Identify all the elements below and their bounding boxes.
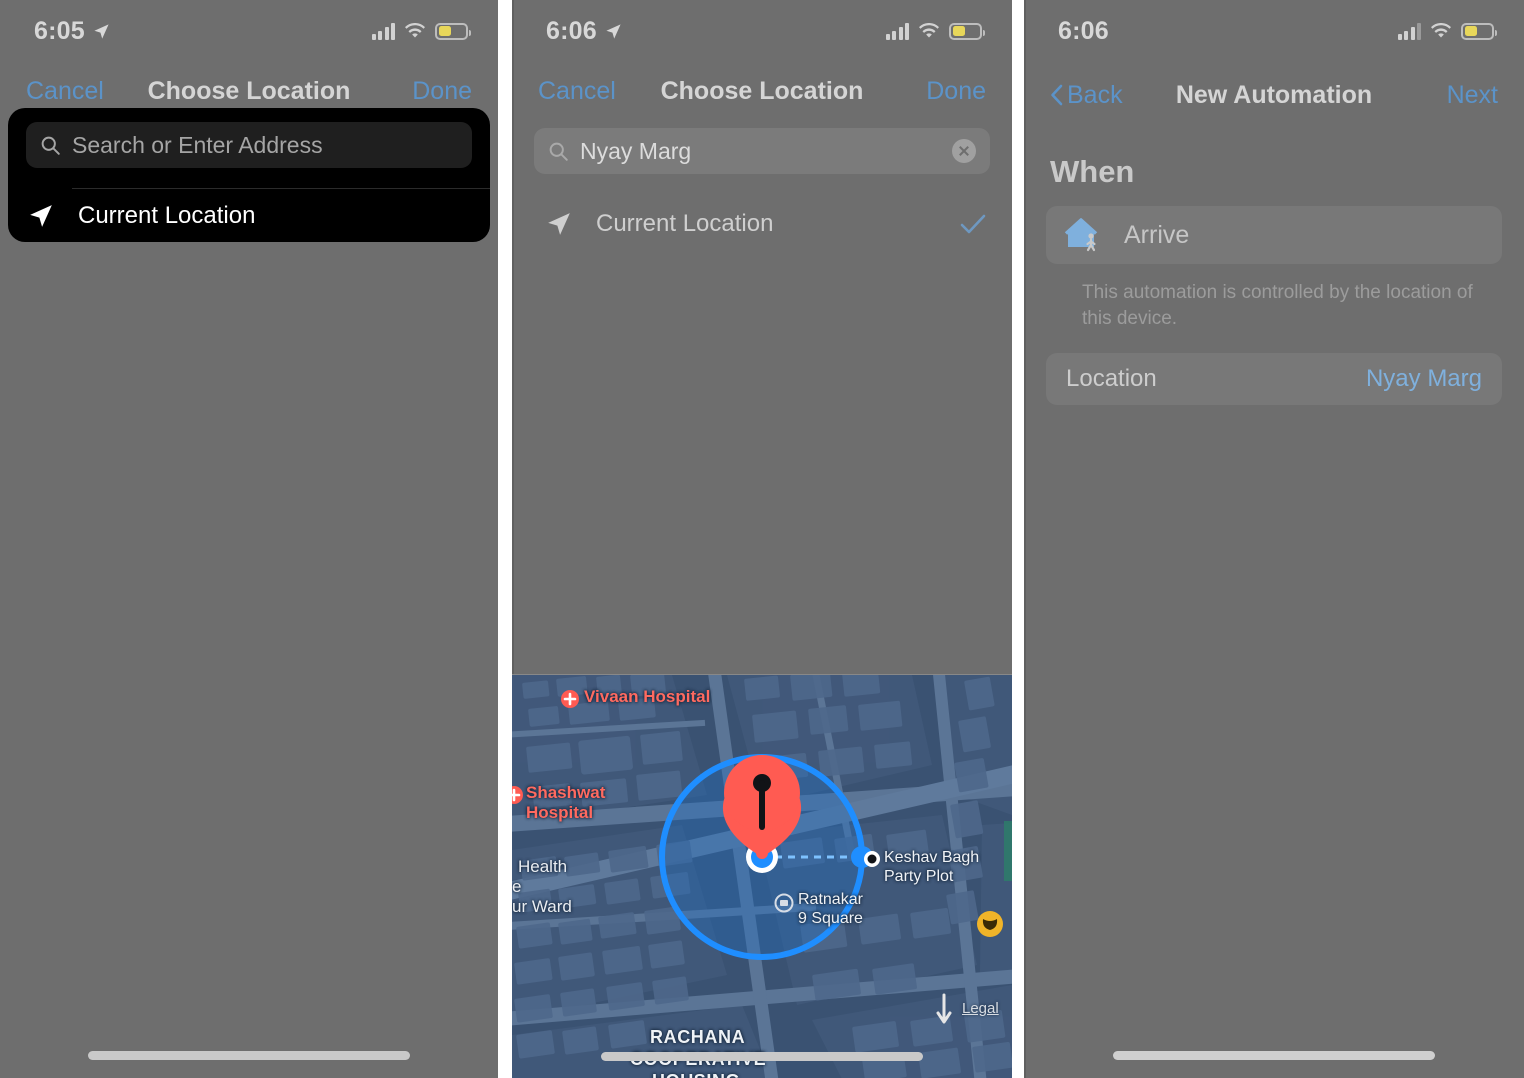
section-title-when: When bbox=[1050, 154, 1135, 189]
iphone-screen-choose-location-empty: 6:05 Cancel Choose Location Done Search … bbox=[0, 0, 498, 1078]
cancel-button[interactable]: Cancel bbox=[26, 77, 104, 106]
trigger-row-arrive[interactable]: Arrive bbox=[1046, 206, 1502, 264]
status-time: 6:05 bbox=[34, 16, 85, 45]
home-person-arrive-icon bbox=[1064, 218, 1098, 252]
status-bar: 6:05 bbox=[0, 0, 498, 62]
location-arrow-icon bbox=[606, 23, 621, 39]
status-time: 6:06 bbox=[546, 16, 597, 45]
chevron-left-icon bbox=[1051, 84, 1063, 106]
search-location-popover: Search or Enter Address Current Location bbox=[8, 108, 490, 242]
current-location-label: Current Location bbox=[596, 210, 774, 237]
map-view[interactable]: Vivaan Hospital Shashwat Hospital Health… bbox=[512, 674, 1012, 1078]
wifi-icon bbox=[919, 22, 939, 38]
navigation-bar: Cancel Choose Location Done bbox=[512, 62, 1012, 120]
cellular-bars-icon bbox=[371, 22, 395, 40]
wifi-icon bbox=[405, 22, 425, 38]
clear-circle-icon[interactable] bbox=[952, 139, 976, 163]
search-input[interactable]: Search or Enter Address bbox=[26, 122, 472, 168]
location-arrow-icon bbox=[94, 23, 109, 39]
current-location-row[interactable]: Current Location bbox=[8, 189, 490, 242]
home-indicator bbox=[88, 1051, 410, 1060]
status-bar-left: 6:06 bbox=[546, 17, 622, 46]
done-button[interactable]: Done bbox=[412, 77, 472, 106]
map-canvas bbox=[512, 675, 1012, 1078]
home-indicator bbox=[1113, 1051, 1435, 1060]
location-row-label: Location bbox=[1066, 365, 1157, 393]
wifi-icon bbox=[1431, 22, 1451, 38]
iphone-screen-choose-location-map: 6:06 Cancel Choose Location Done Nyay Ma… bbox=[512, 0, 1012, 1078]
cellular-bars-icon bbox=[885, 22, 909, 40]
panel-edge-line bbox=[1024, 0, 1026, 1078]
search-placeholder: Search or Enter Address bbox=[72, 131, 323, 158]
checkmark-icon bbox=[960, 214, 986, 234]
battery-low-power-icon bbox=[435, 22, 471, 40]
iphone-screen-new-automation: 6:06 Back New Automation Next When Arriv… bbox=[1024, 0, 1524, 1078]
status-bar-right bbox=[371, 22, 471, 40]
location-arrow-icon bbox=[30, 204, 52, 227]
status-bar-right bbox=[1397, 22, 1497, 40]
search-value: Nyay Marg bbox=[580, 137, 692, 164]
status-bar-left: 6:05 bbox=[34, 17, 110, 46]
navigation-bar: Back New Automation Next bbox=[1024, 62, 1524, 128]
cellular-bars-icon bbox=[1397, 22, 1421, 40]
search-icon bbox=[549, 142, 568, 161]
landmark-badge-icon bbox=[977, 911, 1003, 937]
back-button-label: Back bbox=[1067, 80, 1123, 109]
home-indicator bbox=[601, 1052, 923, 1061]
poi-keshav-bagh bbox=[864, 851, 880, 867]
status-bar: 6:06 bbox=[512, 0, 1012, 62]
status-time: 6:06 bbox=[1058, 16, 1109, 45]
trigger-label: Arrive bbox=[1124, 220, 1190, 249]
done-button[interactable]: Done bbox=[926, 77, 986, 106]
search-icon bbox=[41, 136, 60, 155]
next-button[interactable]: Next bbox=[1447, 81, 1498, 110]
status-bar-left: 6:06 bbox=[1058, 17, 1109, 46]
cancel-button[interactable]: Cancel bbox=[538, 77, 616, 106]
status-bar-right bbox=[885, 22, 985, 40]
battery-low-power-icon bbox=[949, 22, 985, 40]
location-arrow-icon bbox=[548, 213, 570, 235]
current-location-row[interactable]: Current Location bbox=[512, 198, 1012, 250]
trigger-card: Arrive bbox=[1046, 206, 1502, 264]
current-location-label: Current Location bbox=[78, 201, 256, 229]
status-bar: 6:06 bbox=[1024, 0, 1524, 62]
poi-vivaan-hospital bbox=[561, 690, 579, 708]
back-button[interactable]: Back bbox=[1050, 81, 1123, 110]
screenshot-stage: 6:05 Cancel Choose Location Done Search … bbox=[0, 0, 1524, 1078]
search-input[interactable]: Nyay Marg bbox=[534, 128, 990, 174]
map-legal-link[interactable]: Legal bbox=[962, 1000, 999, 1017]
location-row[interactable]: Location Nyay Marg bbox=[1046, 353, 1502, 406]
automation-note: This automation is controlled by the loc… bbox=[1082, 282, 1473, 329]
location-row-value: Nyay Marg bbox=[1365, 365, 1482, 393]
battery-low-power-icon bbox=[1461, 22, 1497, 40]
